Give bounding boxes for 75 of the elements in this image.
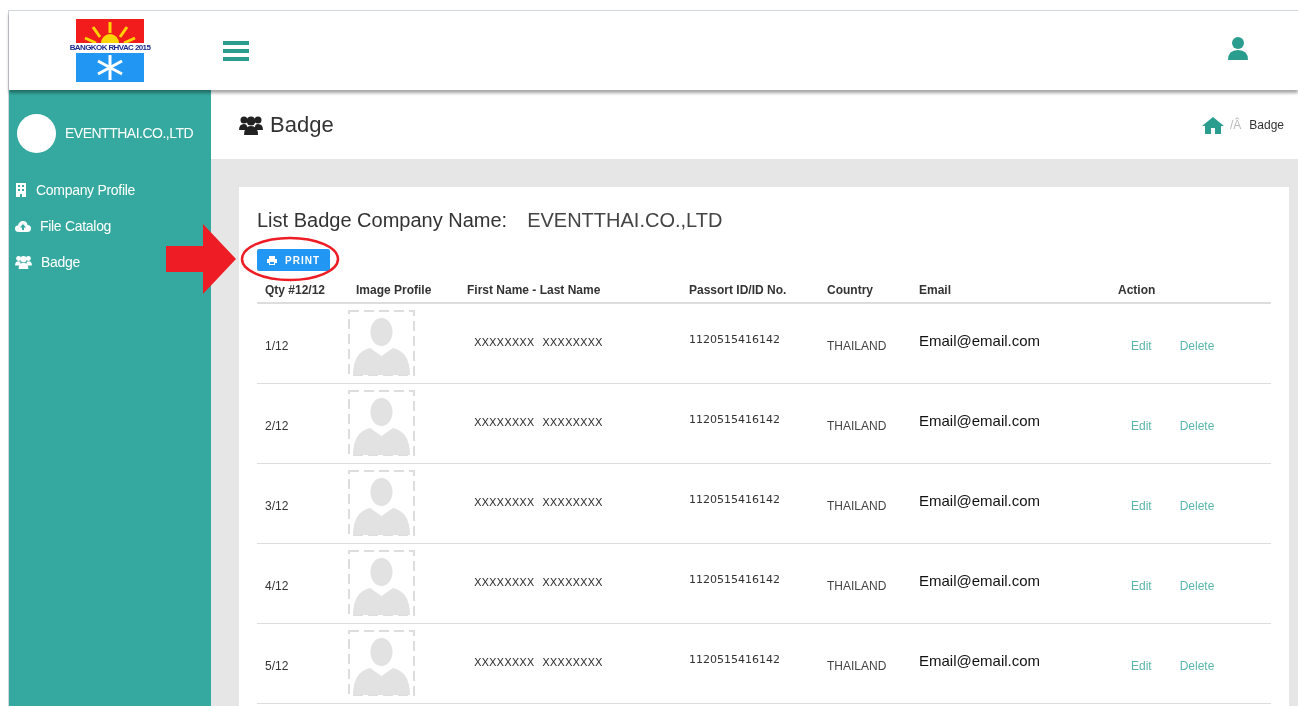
table-cell-text: 1/12 xyxy=(265,337,289,355)
table-cell-text: Email@email.com xyxy=(919,491,1041,512)
avatar xyxy=(17,114,56,153)
table-cell: 1120515416142 xyxy=(689,652,780,669)
sun-logo-icon xyxy=(76,18,144,43)
edit-link[interactable]: Edit xyxy=(1131,576,1152,595)
table-cell: XXXXXXXX xyxy=(474,575,535,592)
table-cell: 1120515416142 xyxy=(689,492,780,509)
table-cell: XXXXXXXX xyxy=(542,655,603,672)
users-icon xyxy=(15,255,32,269)
breadcrumb-item: Badge xyxy=(1249,116,1284,134)
cloud-upload-icon xyxy=(15,220,31,232)
sidebar-item[interactable]: File Catalog xyxy=(15,217,112,235)
delete-link[interactable]: Delete xyxy=(1179,336,1215,355)
column-header: Image Profile xyxy=(356,282,433,299)
edit-link[interactable]: Edit xyxy=(1131,656,1152,675)
table-cell-text: THAILAND xyxy=(827,657,887,675)
table-cell: XXXXXXXX xyxy=(542,335,603,352)
table-cell-text: THAILAND xyxy=(827,577,887,595)
table-cell-text: Email@email.com xyxy=(919,571,1041,592)
table-cell: XXXXXXXX xyxy=(474,335,535,352)
delete-link[interactable]: Delete xyxy=(1179,576,1215,595)
table-cell: XXXXXXXX xyxy=(542,415,603,432)
company-name: EVENTTHAI.CO.,LTD xyxy=(527,208,723,233)
table-cell: XXXXXXXX xyxy=(474,415,535,432)
profile-placeholder-icon xyxy=(348,469,415,536)
table-cell-text: THAILAND xyxy=(827,497,887,515)
menu-icon[interactable] xyxy=(223,39,249,62)
delete-link[interactable]: Delete xyxy=(1179,416,1215,435)
table-cell: 1120515416142 xyxy=(689,412,780,429)
company-name: EVENTTHAI.CO.,LTD xyxy=(65,124,194,143)
column-header: Action xyxy=(1118,282,1157,299)
building-icon xyxy=(15,183,27,197)
arrow-annotation xyxy=(166,224,236,294)
sidebar-item[interactable]: Badge xyxy=(15,253,80,271)
table-cell-text: THAILAND xyxy=(827,417,887,435)
profile-placeholder-icon xyxy=(348,549,415,616)
edit-link[interactable]: Edit xyxy=(1131,336,1152,355)
column-header: Qty #12/12 xyxy=(265,282,327,299)
table-cell-text: Email@email.com xyxy=(919,651,1041,672)
print-button[interactable]: PRINT xyxy=(257,249,330,271)
table-cell: XXXXXXXX xyxy=(474,495,535,512)
table-cell: XXXXXXXX xyxy=(474,655,535,672)
table-cell-text: Email@email.com xyxy=(919,411,1041,432)
table-cell-text: Email@email.com xyxy=(919,331,1041,352)
column-header: Passort ID/ID No. xyxy=(689,282,788,299)
card-title: List Badge Company Name: xyxy=(257,208,508,233)
profile-placeholder-icon xyxy=(348,309,415,376)
table-cell-text: 5/12 xyxy=(265,657,289,675)
table-cell-text: 3/12 xyxy=(265,497,289,515)
delete-link[interactable]: Delete xyxy=(1179,496,1215,515)
page-title: Badge xyxy=(270,111,334,139)
column-header: First Name - Last Name xyxy=(467,282,602,299)
table-cell: XXXXXXXX xyxy=(542,575,603,592)
sidebar-item[interactable]: Company Profile xyxy=(15,181,135,199)
column-header: Country xyxy=(827,282,874,299)
profile-placeholder-icon xyxy=(348,389,415,456)
users-icon xyxy=(239,114,263,135)
logo-text: BANGKOK RHVAC 2015 xyxy=(68,42,152,53)
edit-link[interactable]: Edit xyxy=(1131,416,1152,435)
breadcrumb-separator: /Â xyxy=(1229,116,1242,134)
edit-link[interactable]: Edit xyxy=(1131,496,1152,515)
table-cell: 1120515416142 xyxy=(689,572,780,589)
table-cell: 1120515416142 xyxy=(689,332,780,349)
snowflake-logo-icon xyxy=(76,52,144,82)
profile-placeholder-icon xyxy=(348,629,415,696)
column-header: Email xyxy=(919,282,952,299)
table-cell-text: 2/12 xyxy=(265,417,289,435)
table-cell-text: THAILAND xyxy=(827,337,887,355)
table-cell: XXXXXXXX xyxy=(542,495,603,512)
printer-icon xyxy=(267,255,277,265)
table-cell-text: 4/12 xyxy=(265,577,289,595)
delete-link[interactable]: Delete xyxy=(1179,656,1215,675)
home-icon[interactable] xyxy=(1201,115,1224,134)
user-icon[interactable] xyxy=(1227,36,1249,60)
